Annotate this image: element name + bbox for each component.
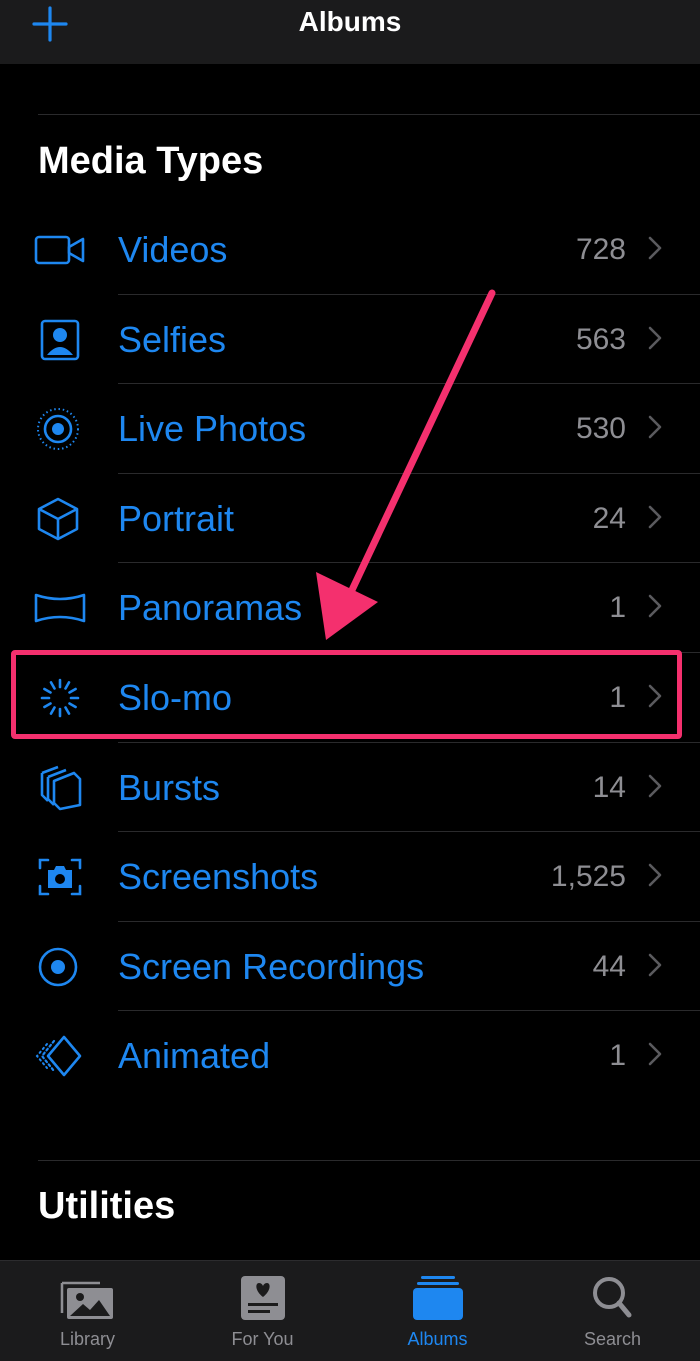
panorama-icon <box>34 594 86 623</box>
chevron-right-icon <box>648 595 662 618</box>
album-row-selfies[interactable]: Selfies 563 <box>0 295 700 385</box>
tab-label: Albums <box>407 1329 468 1349</box>
album-row-panoramas[interactable]: Panoramas 1 <box>0 563 700 653</box>
album-count: 563 <box>575 322 626 356</box>
selfie-icon <box>40 319 80 360</box>
album-count: 530 <box>575 412 626 446</box>
library-photos-icon <box>60 1281 113 1319</box>
album-count: 24 <box>592 501 626 535</box>
tab-search[interactable]: Search <box>525 1261 700 1361</box>
album-label: Screen Recordings <box>118 945 425 987</box>
album-label: Selfies <box>118 318 227 360</box>
album-row-live-photos[interactable]: Live Photos 530 <box>0 384 700 474</box>
tab-for-you[interactable]: For You <box>175 1261 350 1361</box>
tab-label: For You <box>231 1329 294 1349</box>
search-icon <box>592 1277 631 1318</box>
section-title-media-types: Media Types <box>38 140 264 182</box>
album-row-screenshots[interactable]: Screenshots 1,525 <box>0 832 700 922</box>
tab-albums[interactable]: Albums <box>350 1261 525 1361</box>
page-title: Albums <box>298 6 402 37</box>
screenshot-icon <box>38 858 82 896</box>
album-label: Screenshots <box>118 856 319 898</box>
album-label: Videos <box>118 229 228 270</box>
album-label: Panoramas <box>118 587 303 629</box>
chevron-right-icon <box>648 505 662 529</box>
chevron-right-icon <box>648 953 662 977</box>
album-label: Bursts <box>118 766 221 808</box>
section-divider <box>38 1160 700 1161</box>
bursts-icon <box>40 765 82 810</box>
album-label: Portrait <box>118 497 235 539</box>
tab-library[interactable]: Library <box>0 1261 175 1361</box>
video-icon <box>34 235 85 265</box>
album-count: 728 <box>575 233 626 266</box>
annotation-highlight-box <box>11 650 682 739</box>
tab-label: Library <box>59 1329 116 1349</box>
album-count: 44 <box>592 949 626 983</box>
album-count: 1 <box>609 1039 626 1073</box>
album-count: 1 <box>609 591 626 625</box>
album-row-animated[interactable]: Animated 1 <box>0 1011 700 1101</box>
album-count: 14 <box>592 770 626 804</box>
albums-icon <box>412 1276 463 1320</box>
section-title-utilities: Utilities <box>38 1185 176 1227</box>
screen-recording-icon <box>38 947 78 987</box>
album-label: Live Photos <box>118 408 307 450</box>
album-row-portrait[interactable]: Portrait 24 <box>0 474 700 564</box>
album-label: Animated <box>118 1035 271 1077</box>
album-count: 1,525 <box>550 860 626 894</box>
portrait-cube-icon <box>37 497 79 541</box>
album-row-bursts[interactable]: Bursts 14 <box>0 743 700 833</box>
live-photo-icon <box>37 408 79 451</box>
chevron-right-icon <box>648 863 662 887</box>
tab-label: Search <box>583 1329 642 1349</box>
animated-icon <box>35 1036 82 1077</box>
album-row-screen-recordings[interactable]: Screen Recordings 44 <box>0 922 700 1012</box>
chevron-right-icon <box>648 236 662 260</box>
tab-bar: Library For You Albums Search <box>0 1260 700 1361</box>
chevron-right-icon <box>648 1043 662 1066</box>
for-you-icon <box>240 1276 285 1320</box>
album-row-videos[interactable]: Videos 728 <box>0 205 700 295</box>
chevron-right-icon <box>648 415 662 439</box>
chevron-right-icon <box>648 774 662 797</box>
navigation-bar: Albums <box>0 0 700 64</box>
chevron-right-icon <box>648 326 662 349</box>
section-divider <box>38 114 700 115</box>
